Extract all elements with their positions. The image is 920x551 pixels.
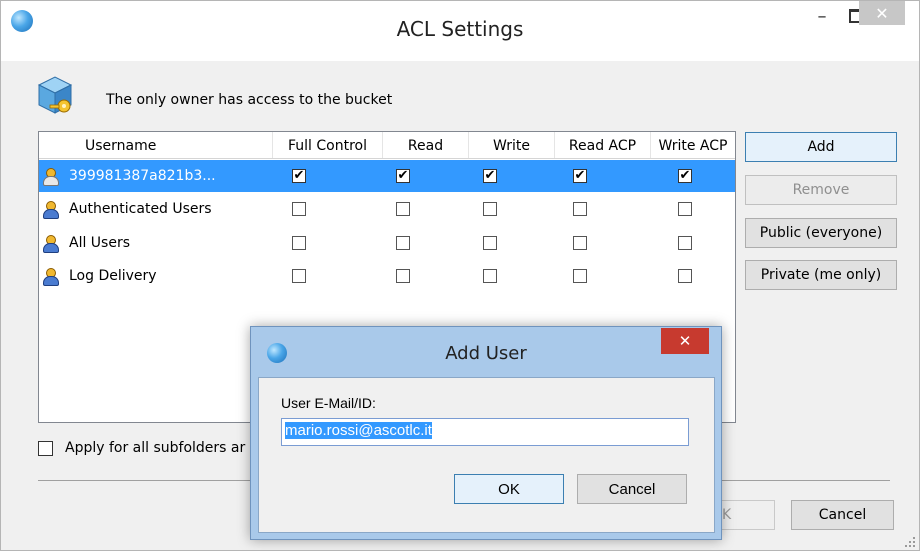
write-checkbox[interactable]: ✔ <box>483 169 497 183</box>
apply-subfolders-label: Apply for all subfolders ar <box>65 440 246 456</box>
username-cell: All Users <box>41 227 130 259</box>
username-text: Authenticated Users <box>69 201 212 217</box>
username-cell: Log Delivery <box>41 260 157 292</box>
dialog-title-bar[interactable]: Add User ✕ <box>251 327 721 377</box>
title-bar[interactable]: ACL Settings – ✕ <box>1 1 919 61</box>
write-checkbox[interactable] <box>483 202 497 216</box>
column-header-write[interactable]: Write <box>469 132 555 158</box>
username-text: 399981387a821b3... <box>69 168 216 184</box>
write-acp-checkbox[interactable]: ✔ <box>678 169 692 183</box>
dialog-cancel-button[interactable]: Cancel <box>577 474 687 504</box>
user-email-label: User E-Mail/ID: <box>281 395 376 411</box>
add-button[interactable]: Add <box>745 132 897 162</box>
close-icon: ✕ <box>678 332 692 350</box>
full-control-checkbox[interactable]: ✔ <box>292 169 306 183</box>
grid-row[interactable]: Authenticated Users <box>39 193 735 225</box>
write-acp-checkbox[interactable] <box>678 236 692 250</box>
username-cell: 399981387a821b3... <box>41 160 216 192</box>
user-email-value: mario.rossi@ascotlc.it <box>285 422 432 439</box>
add-user-dialog: Add User ✕ User E-Mail/ID: mario.rossi@a… <box>250 326 722 540</box>
read-acp-checkbox[interactable] <box>573 202 587 216</box>
full-control-checkbox[interactable] <box>292 236 306 250</box>
column-header-write-acp[interactable]: Write ACP <box>651 132 735 158</box>
close-button[interactable]: ✕ <box>859 1 905 25</box>
acl-settings-window: ACL Settings – ✕ The only owner has acce… <box>0 0 920 551</box>
window-title: ACL Settings <box>396 17 524 41</box>
write-checkbox[interactable] <box>483 269 497 283</box>
username-text: All Users <box>69 235 131 251</box>
column-header-read-acp[interactable]: Read ACP <box>555 132 651 158</box>
read-acp-checkbox[interactable] <box>573 236 587 250</box>
read-acp-checkbox[interactable]: ✔ <box>573 169 587 183</box>
apply-subfolders-checkbox[interactable] <box>38 440 53 456</box>
public-everyone-button[interactable]: Public (everyone) <box>745 218 897 248</box>
grid-row[interactable]: 399981387a821b3... ✔ ✔ ✔ ✔ ✔ <box>39 160 735 192</box>
cube-key-icon <box>37 76 73 114</box>
column-header-full-control[interactable]: Full Control <box>273 132 383 158</box>
column-header-read[interactable]: Read <box>383 132 469 158</box>
user-icon <box>41 167 59 186</box>
private-me-only-button[interactable]: Private (me only) <box>745 260 897 290</box>
read-acp-checkbox[interactable] <box>573 269 587 283</box>
group-icon <box>41 200 59 219</box>
read-checkbox[interactable]: ✔ <box>396 169 410 183</box>
group-icon <box>41 234 59 253</box>
dialog-title: Add User <box>445 343 527 364</box>
dialog-client: User E-Mail/ID: mario.rossi@ascotlc.it O… <box>258 377 715 533</box>
read-checkbox[interactable] <box>396 202 410 216</box>
grid-row[interactable]: All Users <box>39 227 735 259</box>
close-icon: ✕ <box>875 3 889 23</box>
minimize-icon: – <box>817 5 827 27</box>
remove-button[interactable]: Remove <box>745 175 897 205</box>
read-checkbox[interactable] <box>396 269 410 283</box>
username-cell: Authenticated Users <box>41 193 212 225</box>
group-icon <box>41 267 59 286</box>
dialog-ok-button[interactable]: OK <box>454 474 564 504</box>
write-acp-checkbox[interactable] <box>678 269 692 283</box>
minimize-button[interactable]: – <box>805 1 839 31</box>
apply-subfolders-option[interactable]: Apply for all subfolders ar <box>38 438 245 458</box>
user-email-input[interactable]: mario.rossi@ascotlc.it <box>281 418 689 446</box>
username-text: Log Delivery <box>69 268 157 284</box>
access-description: The only owner has access to the bucket <box>106 92 393 108</box>
resize-grip[interactable] <box>905 537 915 547</box>
ok-button-label: K <box>722 507 732 523</box>
grid-row[interactable]: Log Delivery <box>39 260 735 292</box>
write-acp-checkbox[interactable] <box>678 202 692 216</box>
column-header-username[interactable]: Username <box>39 132 273 158</box>
full-control-checkbox[interactable] <box>292 202 306 216</box>
read-checkbox[interactable] <box>396 236 410 250</box>
dialog-close-button[interactable]: ✕ <box>661 328 709 354</box>
write-checkbox[interactable] <box>483 236 497 250</box>
grid-header: Username Full Control Read Write Read AC… <box>39 132 735 159</box>
full-control-checkbox[interactable] <box>292 269 306 283</box>
cancel-button[interactable]: Cancel <box>791 500 894 530</box>
